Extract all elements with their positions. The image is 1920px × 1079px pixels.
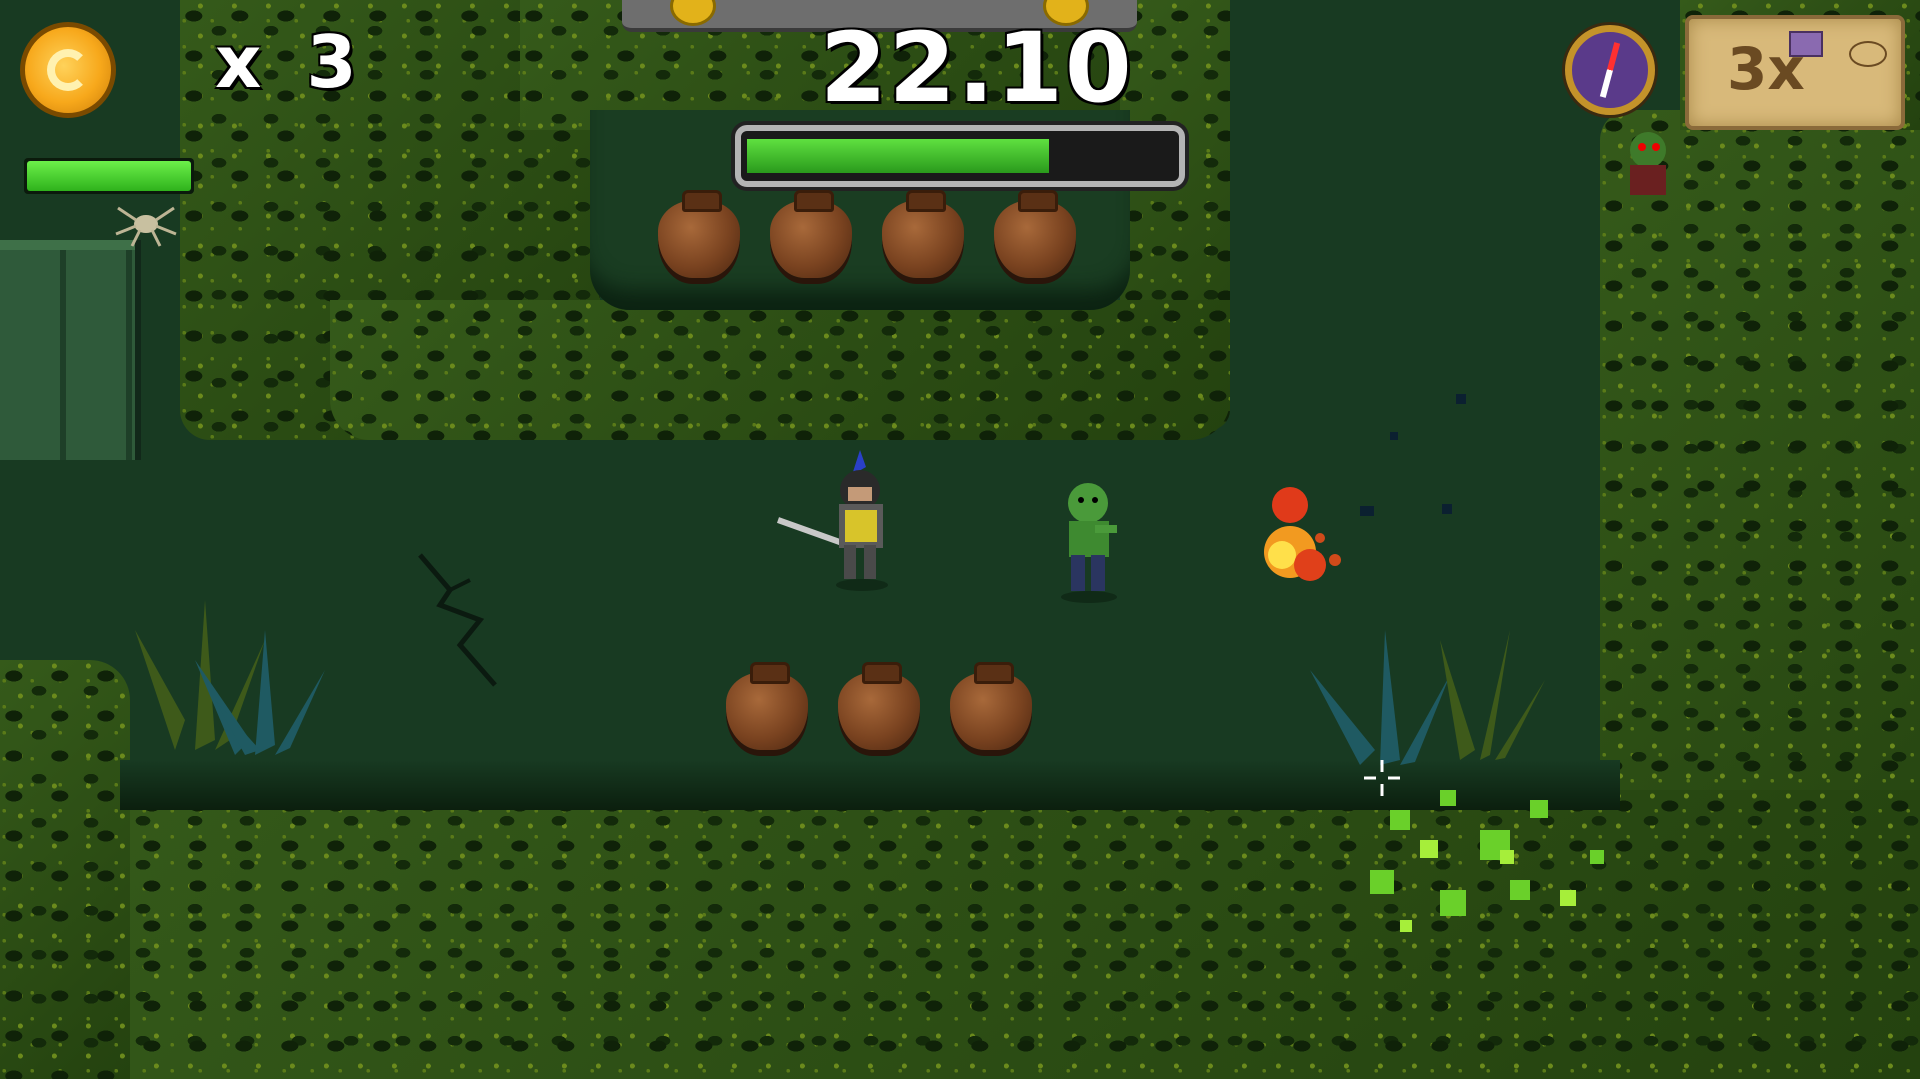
green-zombie — [1061, 483, 1117, 603]
clay-pot[interactable] — [950, 662, 1032, 750]
hedge-wall-top-bottom-strip — [330, 300, 1230, 440]
clay-pot[interactable] — [726, 662, 808, 750]
ground-crack — [418, 553, 497, 687]
clay-pot[interactable] — [770, 190, 852, 278]
gold-coin-icon — [20, 22, 116, 118]
fire-explosion — [1264, 487, 1341, 581]
player-health-bar — [24, 158, 194, 194]
compass-icon[interactable] — [1565, 25, 1655, 115]
fern-plant — [135, 600, 325, 755]
treasure-chest-icon — [1789, 31, 1823, 57]
timer-bar — [735, 125, 1185, 187]
timer-bar-fill — [747, 139, 1049, 173]
knight-player[interactable] — [770, 445, 900, 595]
clay-pot[interactable] — [994, 190, 1076, 278]
aim-crosshair — [1364, 760, 1400, 796]
spider-icon — [115, 206, 177, 247]
spider-map-icon — [1849, 41, 1887, 67]
timer-text: 22.10 — [820, 12, 1134, 124]
timer-frame-gem-left — [670, 0, 716, 26]
goblin-enemy — [1630, 132, 1666, 195]
player-health-fill — [27, 161, 191, 191]
green-slime-splat — [1370, 790, 1604, 932]
stone-ruin-wall — [0, 240, 141, 460]
lives-counter: x 3 — [215, 20, 367, 104]
clay-pot[interactable] — [838, 662, 920, 750]
clay-pot[interactable] — [658, 190, 740, 278]
map-scroll[interactable]: 3x — [1685, 15, 1905, 130]
game-viewport[interactable]: x 3 22.10 3x — [0, 0, 1920, 1079]
compass-needle — [1599, 42, 1621, 98]
fern-plant — [1310, 630, 1545, 765]
coin-inner-symbol — [47, 49, 89, 91]
hedge-wall-bottom-left — [0, 660, 130, 1079]
clay-pot[interactable] — [882, 190, 964, 278]
dark-particles — [1360, 394, 1466, 516]
